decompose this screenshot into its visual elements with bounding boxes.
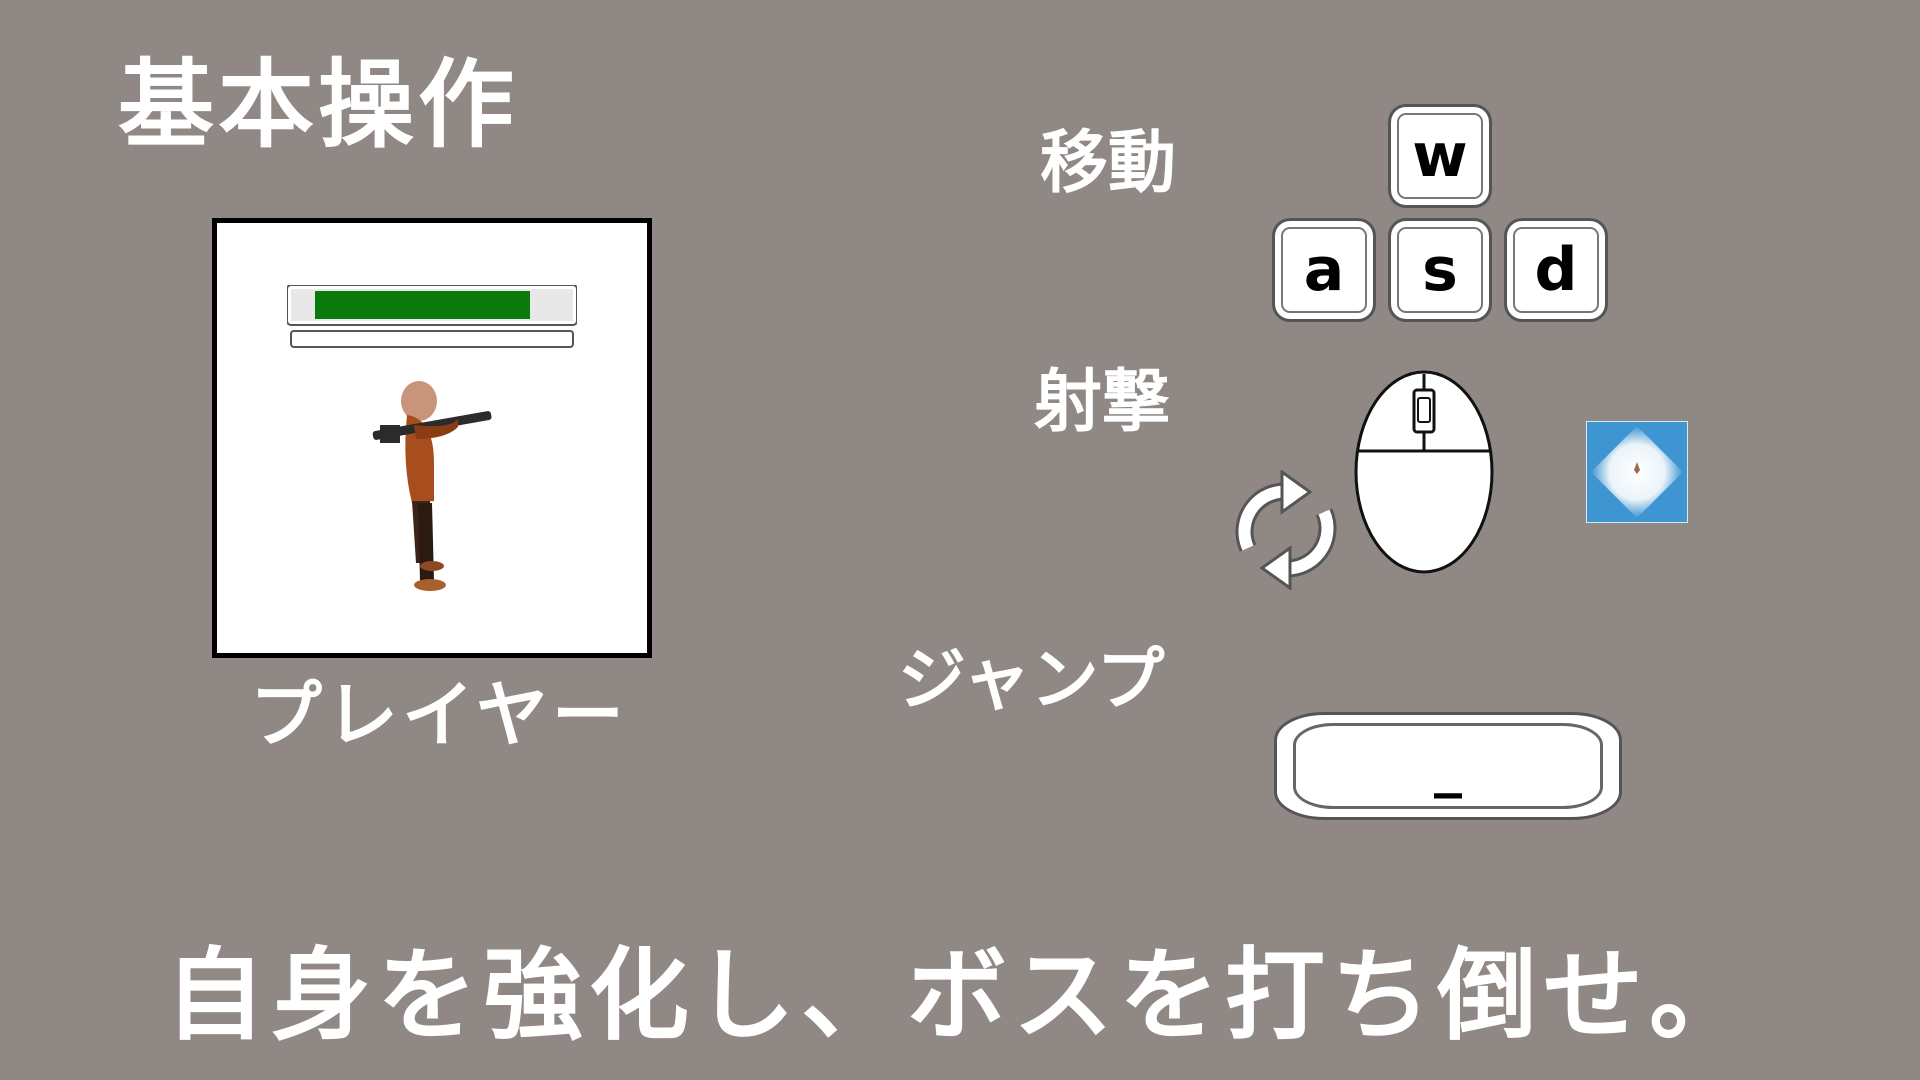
- key-s: s: [1388, 218, 1492, 322]
- key-d: d: [1504, 218, 1608, 322]
- player-label: プレイヤー: [250, 673, 628, 757]
- player-preview: [212, 218, 652, 658]
- jump-label: ジャンプ: [898, 641, 1165, 720]
- screen-title: 基本操作: [118, 49, 518, 161]
- key-w: w: [1388, 104, 1492, 208]
- mouse-icon: [1354, 370, 1494, 574]
- health-bar-fill: [315, 291, 530, 319]
- rotate-arrows-icon: [1235, 470, 1337, 590]
- health-bar: [287, 285, 577, 348]
- slogan: 自身を強化し、ボスを打ち倒せ。: [165, 937, 1755, 1054]
- shoot-label: 射撃: [1034, 363, 1171, 442]
- space-key: _: [1274, 712, 1622, 820]
- crosshair-icon: [1586, 421, 1688, 523]
- key-a: a: [1272, 218, 1376, 322]
- move-label: 移動: [1040, 124, 1177, 203]
- space-key-label: _: [1293, 723, 1603, 809]
- player-character-icon: [372, 381, 492, 591]
